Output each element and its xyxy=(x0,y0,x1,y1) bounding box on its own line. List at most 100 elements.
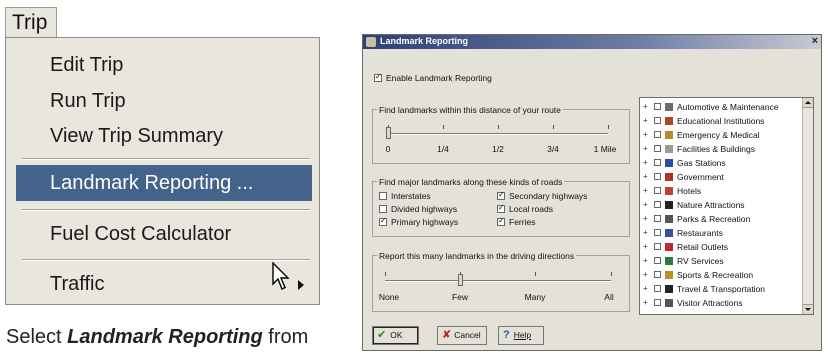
expand-icon[interactable]: + xyxy=(643,199,648,211)
distance-group-label: Find landmarks within this distance of y… xyxy=(377,105,563,115)
cancel-button[interactable]: ✘ Cancel xyxy=(437,326,487,345)
enable-checkbox-box[interactable] xyxy=(374,72,382,82)
category-checkbox[interactable] xyxy=(654,299,661,306)
expand-icon[interactable]: + xyxy=(643,143,648,155)
menu-item-fuel-cost-calculator[interactable]: Fuel Cost Calculator xyxy=(16,216,312,252)
ok-label: OK xyxy=(390,330,403,340)
roads-group: Find major landmarks along these kinds o… xyxy=(372,177,630,237)
menu-item-edit-trip[interactable]: Edit Trip xyxy=(16,47,312,83)
expand-icon[interactable]: + xyxy=(643,297,648,309)
enable-landmark-reporting-checkbox[interactable]: Enable Landmark Reporting xyxy=(374,72,492,83)
menu-item-landmark-reporting[interactable]: Landmark Reporting ... xyxy=(16,165,312,201)
restaurant-icon xyxy=(665,229,673,237)
road-option-secondary-highways[interactable]: Secondary highways xyxy=(497,190,587,201)
distance-slider-thumb[interactable] xyxy=(386,127,391,139)
category-checkbox[interactable] xyxy=(654,103,661,110)
category-checkbox[interactable] xyxy=(654,159,661,166)
road-option-interstates[interactable]: Interstates xyxy=(379,191,431,201)
road-option-ferries[interactable]: Ferries xyxy=(497,216,535,227)
landmark-category-list[interactable]: + Automotive & Maintenance + Educational In… xyxy=(639,97,814,315)
road-checkbox[interactable] xyxy=(379,192,387,200)
dialog-titlebar[interactable]: Landmark Reporting × xyxy=(363,35,821,49)
category-checkbox[interactable] xyxy=(654,173,661,180)
ok-button[interactable]: ✔ OK xyxy=(372,326,419,345)
trip-menu-title[interactable]: Trip xyxy=(5,7,57,37)
category-checkbox[interactable] xyxy=(654,131,661,138)
category-label: Gas Stations xyxy=(677,158,726,168)
scroll-down-icon[interactable] xyxy=(803,304,813,314)
category-checkbox[interactable] xyxy=(654,285,661,292)
help-button[interactable]: ? Help xyxy=(498,326,544,345)
report-slider-thumb[interactable] xyxy=(458,274,463,286)
expand-icon[interactable]: + xyxy=(643,241,648,253)
distance-tick-label: 1/4 xyxy=(437,144,449,154)
roads-group-label: Find major landmarks along these kinds o… xyxy=(377,177,565,187)
category-checkbox[interactable] xyxy=(654,117,661,124)
category-label: Travel & Transportation xyxy=(677,284,766,294)
category-checkbox[interactable] xyxy=(654,229,661,236)
expand-icon[interactable]: + xyxy=(643,171,648,183)
road-checkbox[interactable] xyxy=(497,190,505,200)
expand-icon[interactable]: + xyxy=(643,227,648,239)
expand-icon[interactable]: + xyxy=(643,269,648,281)
category-checkbox[interactable] xyxy=(654,145,661,152)
category-label: Emergency & Medical xyxy=(677,130,760,140)
category-label: Parks & Recreation xyxy=(677,214,751,224)
hotel-icon xyxy=(665,187,673,195)
road-checkbox[interactable] xyxy=(497,203,505,213)
distance-group: Find landmarks within this distance of y… xyxy=(372,105,630,164)
instruction-caption: Select Landmark Reporting from xyxy=(6,326,308,349)
distance-tick-label: 1/2 xyxy=(492,144,504,154)
medical-icon xyxy=(665,131,673,139)
menu-item-view-trip-summary[interactable]: View Trip Summary xyxy=(16,118,312,154)
category-checkbox[interactable] xyxy=(654,201,661,208)
category-checkbox[interactable] xyxy=(654,243,661,250)
distance-tick xyxy=(498,125,499,129)
road-option-label: Primary highways xyxy=(391,217,459,227)
distance-slider-track[interactable] xyxy=(388,133,608,135)
plane-icon xyxy=(665,285,673,293)
check-icon: ✔ xyxy=(377,329,387,341)
road-option-label: Local roads xyxy=(509,204,553,214)
report-group: Report this many landmarks in the drivin… xyxy=(372,251,630,312)
cancel-label: Cancel xyxy=(454,330,481,340)
category-label: Nature Attractions xyxy=(677,200,745,210)
report-tick-label: All xyxy=(604,292,614,302)
dialog-title: Landmark Reporting xyxy=(380,36,469,46)
road-option-divided-highways[interactable]: Divided highways xyxy=(379,204,457,214)
report-tick xyxy=(611,272,612,276)
report-slider-track[interactable] xyxy=(385,280,611,282)
category-checkbox[interactable] xyxy=(654,187,661,194)
category-checkbox[interactable] xyxy=(654,257,661,264)
mouse-pointer-icon xyxy=(272,262,290,290)
expand-icon[interactable]: + xyxy=(643,255,648,267)
expand-icon[interactable]: + xyxy=(643,213,648,225)
category-label: Facilities & Buildings xyxy=(677,144,755,154)
road-option-primary-highways[interactable]: Primary highways xyxy=(379,216,459,227)
building-icon xyxy=(665,145,673,153)
expand-icon[interactable]: + xyxy=(643,157,648,169)
road-checkbox[interactable] xyxy=(379,205,387,213)
category-checkbox[interactable] xyxy=(654,271,661,278)
expand-icon[interactable]: + xyxy=(643,283,648,295)
tree-icon xyxy=(665,201,673,209)
category-list-scrollbar[interactable] xyxy=(802,98,813,314)
close-icon[interactable]: × xyxy=(812,35,818,47)
road-checkbox[interactable] xyxy=(379,216,387,226)
menu-item-traffic[interactable]: Traffic xyxy=(16,266,312,302)
school-icon xyxy=(665,117,673,125)
expand-icon[interactable]: + xyxy=(643,115,648,127)
expand-icon[interactable]: + xyxy=(643,185,648,197)
retail-icon xyxy=(665,243,673,251)
road-checkbox[interactable] xyxy=(497,216,505,226)
road-option-local-roads[interactable]: Local roads xyxy=(497,203,553,214)
category-label: Hotels xyxy=(677,186,702,196)
menu-separator xyxy=(22,259,310,261)
category-checkbox[interactable] xyxy=(654,215,661,222)
menu-separator xyxy=(22,158,310,160)
menu-item-run-trip[interactable]: Run Trip xyxy=(16,83,312,119)
distance-tick-label: 1 Mile xyxy=(593,144,617,154)
scroll-up-icon[interactable] xyxy=(803,98,813,108)
expand-icon[interactable]: + xyxy=(643,129,648,141)
expand-icon[interactable]: + xyxy=(643,101,648,113)
